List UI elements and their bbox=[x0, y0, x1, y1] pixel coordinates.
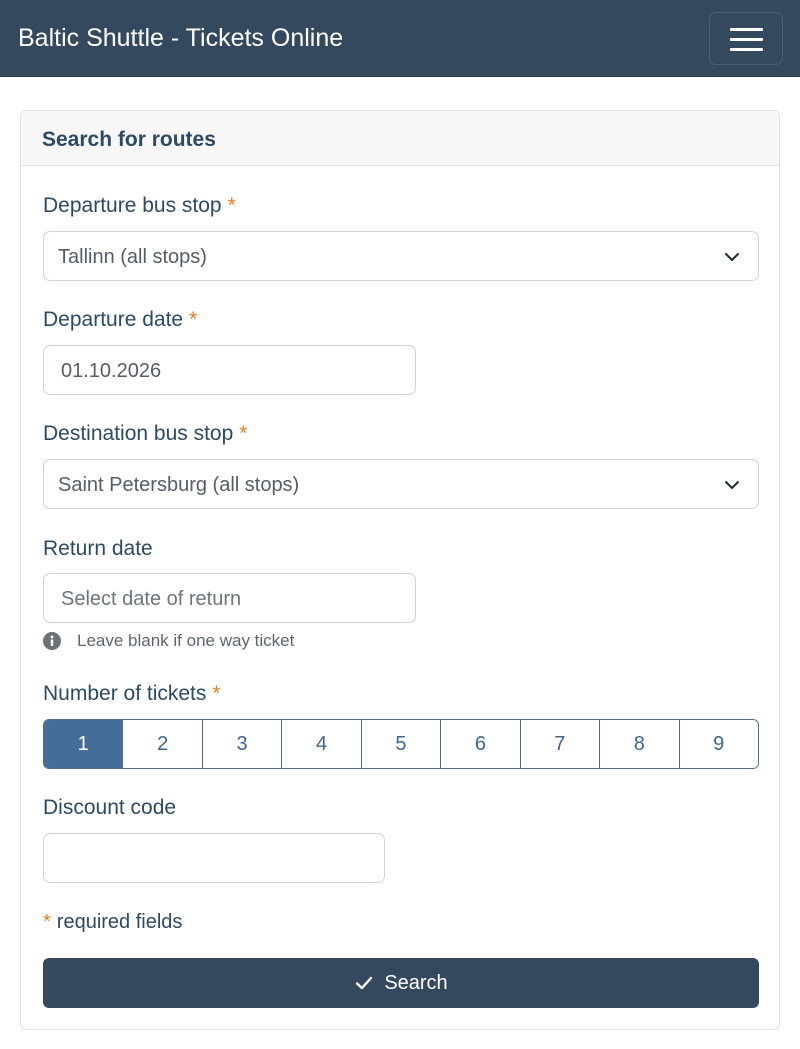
destination-stop-label: Destination bus stop * bbox=[43, 422, 247, 446]
chevron-down-icon bbox=[725, 481, 739, 489]
departure-date-input[interactable]: 01.10.2026 bbox=[43, 345, 416, 395]
ticket-count-option-2[interactable]: 2 bbox=[123, 720, 203, 768]
hint-text: Leave blank if one way ticket bbox=[77, 631, 295, 650]
tickets-button-group: 123456789 bbox=[43, 719, 759, 769]
return-date-label: Return date bbox=[43, 537, 153, 560]
departure-date-value: 01.10.2026 bbox=[61, 360, 162, 382]
hamburger-menu-icon-bar bbox=[730, 48, 763, 51]
departure-date-label-text: Departure date bbox=[43, 308, 184, 331]
ticket-count-option-4[interactable]: 4 bbox=[282, 720, 362, 768]
hamburger-menu-icon-bar bbox=[730, 38, 763, 41]
ticket-count-option-3[interactable]: 3 bbox=[202, 720, 283, 768]
required-mark: * bbox=[189, 308, 198, 331]
departure-stop-select[interactable]: Tallinn (all stops) bbox=[43, 231, 759, 281]
ticket-count-option-7[interactable]: 7 bbox=[520, 720, 601, 768]
card-title: Search for routes bbox=[42, 128, 216, 151]
destination-stop-select[interactable]: Saint Petersburg (all stops) bbox=[43, 459, 759, 509]
chevron-down-icon bbox=[725, 253, 739, 261]
required-mark: * bbox=[239, 422, 248, 445]
required-mark: * bbox=[212, 682, 221, 705]
destination-stop-value: Saint Petersburg (all stops) bbox=[58, 474, 300, 496]
tickets-label-text: Number of tickets bbox=[43, 682, 207, 705]
return-date-placeholder: Select date of return bbox=[61, 588, 242, 610]
required-mark: * bbox=[227, 194, 236, 217]
required-fields-note: * required fields bbox=[43, 911, 182, 934]
ticket-count-option-6[interactable]: 6 bbox=[441, 720, 521, 768]
ticket-count-option-8[interactable]: 8 bbox=[600, 720, 680, 768]
ticket-count-option-9[interactable]: 9 bbox=[679, 720, 758, 768]
ticket-count-option-5[interactable]: 5 bbox=[361, 720, 442, 768]
tickets-label: Number of tickets * bbox=[43, 682, 221, 706]
checkmark-icon bbox=[356, 976, 373, 990]
ticket-count-option-1[interactable]: 1 bbox=[44, 720, 124, 768]
app-title[interactable]: Baltic Shuttle - Tickets Online bbox=[18, 24, 343, 53]
menu-toggle-button[interactable] bbox=[709, 12, 783, 65]
destination-stop-label-text: Destination bus stop bbox=[43, 422, 234, 445]
return-date-input[interactable]: Select date of return bbox=[43, 573, 416, 623]
search-button[interactable]: Search bbox=[43, 958, 759, 1008]
hamburger-menu-icon bbox=[730, 28, 763, 31]
discount-code-input[interactable] bbox=[43, 833, 385, 883]
navbar: Baltic Shuttle - Tickets Online bbox=[0, 0, 800, 77]
card-header: Search for routes bbox=[21, 111, 779, 166]
search-button-label: Search bbox=[384, 971, 448, 994]
departure-date-label: Departure date * bbox=[43, 308, 197, 332]
departure-stop-label-text: Departure bus stop bbox=[43, 194, 222, 217]
discount-code-label: Discount code bbox=[43, 796, 177, 819]
required-note-text: required fields bbox=[56, 911, 183, 933]
departure-stop-value: Tallinn (all stops) bbox=[58, 246, 207, 268]
search-card: Search for routes Departure bus stop * Ta… bbox=[20, 110, 780, 1030]
info-icon bbox=[43, 632, 61, 650]
required-mark: * bbox=[43, 911, 51, 933]
departure-stop-label: Departure bus stop * bbox=[43, 194, 236, 218]
